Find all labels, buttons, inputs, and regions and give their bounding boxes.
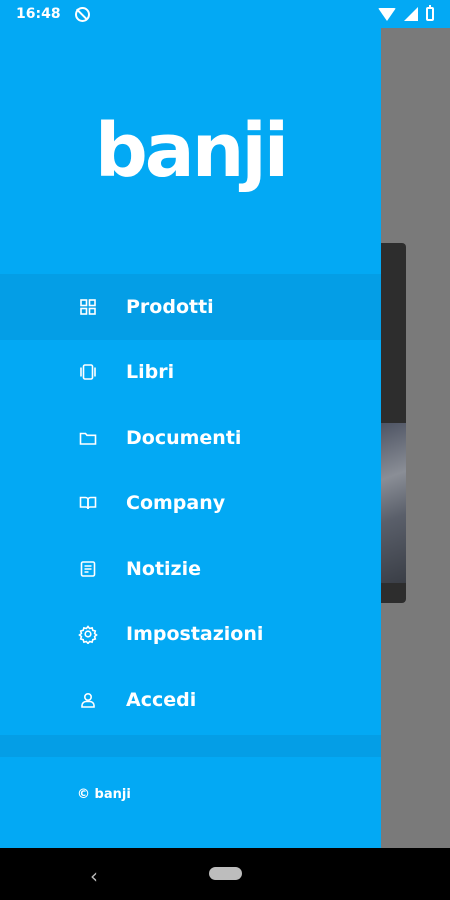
menu-item-notizie[interactable]: Notizie (0, 536, 381, 602)
menu-item-label: Notizie (126, 557, 202, 580)
menu-item-label: Prodotti (126, 295, 214, 318)
system-navigation-bar: ‹ (0, 848, 450, 900)
menu-item-company[interactable]: Company (0, 471, 381, 537)
status-bar: 16:48 (0, 0, 450, 28)
drawer-divider (0, 735, 381, 757)
folder-icon (77, 427, 99, 449)
back-icon[interactable]: ‹ (90, 864, 98, 888)
menu-item-label: Documenti (126, 426, 242, 449)
banji-logo: banji (94, 108, 289, 194)
menu-item-label: Accedi (126, 688, 197, 711)
carousel-icon (77, 361, 99, 383)
menu-item-libri[interactable]: Libri (0, 340, 381, 406)
wifi-icon (378, 7, 396, 21)
grid-icon (77, 296, 99, 318)
copyright-text: © banji (77, 787, 131, 802)
status-time: 16:48 (16, 6, 61, 22)
user-icon (77, 689, 99, 711)
book-open-icon (77, 492, 99, 514)
menu-item-label: Company (126, 492, 226, 515)
menu-item-label: Libri (126, 361, 175, 384)
gear-icon (77, 623, 99, 645)
status-icons (378, 5, 434, 21)
battery-icon (426, 5, 434, 21)
do-not-disturb-icon (74, 6, 90, 22)
navigation-drawer: banji Prodotti Libri Documenti Company N… (0, 0, 381, 848)
drawer-menu: Prodotti Libri Documenti Company Notizie (0, 274, 381, 733)
menu-item-impostazioni[interactable]: Impostazioni (0, 602, 381, 668)
signal-icon (404, 7, 418, 21)
menu-item-prodotti[interactable]: Prodotti (0, 274, 381, 340)
news-icon (77, 558, 99, 580)
home-pill-icon[interactable] (209, 867, 242, 880)
menu-item-documenti[interactable]: Documenti (0, 405, 381, 471)
menu-item-accedi[interactable]: Accedi (0, 667, 381, 733)
menu-item-label: Impostazioni (126, 623, 264, 646)
